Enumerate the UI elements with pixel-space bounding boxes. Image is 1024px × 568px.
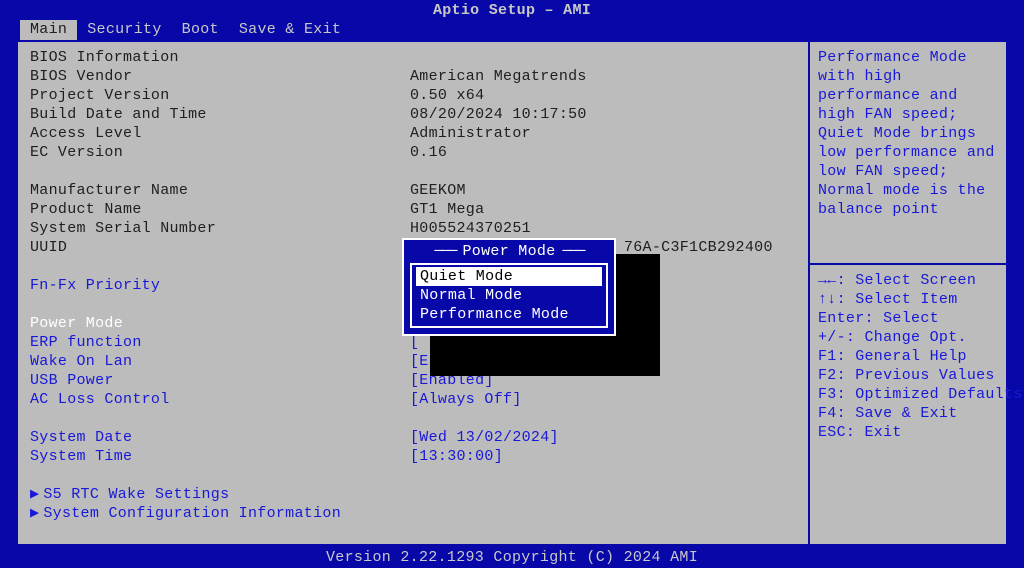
help-keys: →←: Select Screen↑↓: Select ItemEnter: S…	[818, 271, 998, 442]
bios-screen: Aptio Setup – AMI MainSecurityBootSave &…	[0, 0, 1024, 568]
submenu-caret-icon: ▶	[30, 504, 39, 523]
help-key-line: ↑↓: Select Item	[818, 290, 998, 309]
row-s5-rtc-wake-settings[interactable]: ▶S5 RTC Wake Settings	[30, 485, 796, 504]
row-label: Access Level	[30, 124, 410, 143]
row-label: System Time	[30, 447, 410, 466]
popup-title: Power Mode	[410, 242, 608, 261]
popup-option-normal-mode[interactable]: Normal Mode	[416, 286, 602, 305]
help-key-line: F1: General Help	[818, 347, 998, 366]
row-value: [13:30:00]	[410, 447, 503, 466]
tab-main[interactable]: Main	[20, 20, 77, 40]
row-value: GT1 Mega	[410, 200, 484, 219]
row-label: AC Loss Control	[30, 390, 410, 409]
row-label: Build Date and Time	[30, 105, 410, 124]
row-ac-loss-control[interactable]: AC Loss Control[Always Off]	[30, 390, 796, 409]
row-label: Project Version	[30, 86, 410, 105]
row-bios-information: BIOS Information	[30, 48, 796, 67]
row-label: S5 RTC Wake Settings	[43, 485, 423, 504]
row-label: USB Power	[30, 371, 410, 390]
row-system-date[interactable]: System Date[Wed 13/02/2024]	[30, 428, 796, 447]
row-label: EC Version	[30, 143, 410, 162]
row-label: ERP function	[30, 333, 410, 352]
power-mode-popup: Power Mode Quiet ModeNormal ModePerforma…	[402, 238, 616, 336]
row-build-date-and-time: Build Date and Time08/20/2024 10:17:50	[30, 105, 796, 124]
help-key-line: ESC: Exit	[818, 423, 998, 442]
row-label: Fn-Fx Priority	[30, 276, 410, 295]
row-label: BIOS Information	[30, 48, 410, 67]
row-label: Wake On Lan	[30, 352, 410, 371]
row-label: System Serial Number	[30, 219, 410, 238]
row-value: GEEKOM	[410, 181, 466, 200]
row-project-version: Project Version0.50 x64	[30, 86, 796, 105]
popup-options: Quiet ModeNormal ModePerformance Mode	[410, 263, 608, 328]
row-value: 08/20/2024 10:17:50	[410, 105, 587, 124]
row-system-time[interactable]: System Time[13:30:00]	[30, 447, 796, 466]
popup-option-performance-mode[interactable]: Performance Mode	[416, 305, 602, 324]
row-ec-version: EC Version0.16	[30, 143, 796, 162]
row-value: [Wed 13/02/2024]	[410, 428, 559, 447]
row-usb-power[interactable]: USB Power[Enabled]	[30, 371, 796, 390]
footer-version: Version 2.22.1293 Copyright (C) 2024 AMI	[0, 548, 1024, 568]
popup-option-quiet-mode[interactable]: Quiet Mode	[416, 267, 602, 286]
help-key-line: →←: Select Screen	[818, 271, 998, 290]
row-manufacturer-name: Manufacturer NameGEEKOM	[30, 181, 796, 200]
row-bios-vendor: BIOS VendorAmerican Megatrends	[30, 67, 796, 86]
row-system-serial-number: System Serial NumberH005524370251	[30, 219, 796, 238]
row-value: [Always Off]	[410, 390, 522, 409]
tab-boot[interactable]: Boot	[172, 20, 229, 40]
tab-strip: MainSecurityBootSave & Exit	[0, 20, 1024, 40]
help-divider	[810, 263, 1006, 265]
help-text: Performance Mode with high performance a…	[818, 48, 998, 219]
help-key-line: F4: Save & Exit	[818, 404, 998, 423]
row-product-name: Product NameGT1 Mega	[30, 200, 796, 219]
help-key-line: F2: Previous Values	[818, 366, 998, 385]
help-key-line: Enter: Select	[818, 309, 998, 328]
row-label: System Date	[30, 428, 410, 447]
row-label: Manufacturer Name	[30, 181, 410, 200]
help-panel: Performance Mode with high performance a…	[810, 42, 1006, 544]
help-key-line: F3: Optimized Defaults	[818, 385, 998, 404]
row-label: Product Name	[30, 200, 410, 219]
row-label: UUID	[30, 238, 410, 257]
tab-save-exit[interactable]: Save & Exit	[229, 20, 351, 40]
row-system-configuration-information[interactable]: ▶System Configuration Information	[30, 504, 796, 523]
row-label: System Configuration Information	[43, 504, 423, 523]
row-value: American Megatrends	[410, 67, 587, 86]
row-label: BIOS Vendor	[30, 67, 410, 86]
row-value: 0.16	[410, 143, 447, 162]
row-label: Power Mode	[30, 314, 410, 333]
row-value: H005524370251	[410, 219, 531, 238]
tab-security[interactable]: Security	[77, 20, 171, 40]
row-value: Administrator	[410, 124, 531, 143]
help-key-line: +/-: Change Opt.	[818, 328, 998, 347]
setup-title: Aptio Setup – AMI	[0, 0, 1024, 20]
row-value: 0.50 x64	[410, 86, 484, 105]
row-wake-on-lan[interactable]: Wake On Lan[Enabled]	[30, 352, 796, 371]
submenu-caret-icon: ▶	[30, 485, 39, 504]
row-access-level: Access LevelAdministrator	[30, 124, 796, 143]
